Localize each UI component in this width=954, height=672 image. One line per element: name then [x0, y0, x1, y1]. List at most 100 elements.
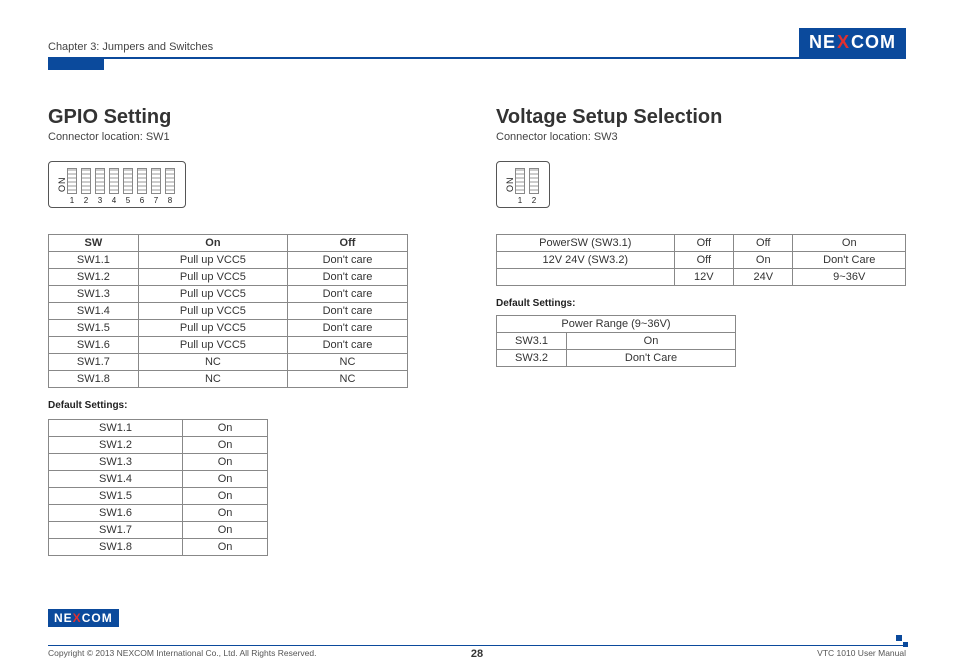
copyright-text: Copyright © 2013 NEXCOM International Co… — [48, 648, 316, 658]
gpio-table: SW On Off SW1.1Pull up VCC5Don't careSW1… — [48, 234, 408, 388]
cell-sw: SW1.8 — [49, 539, 183, 556]
dip-switch: 1 — [67, 168, 77, 205]
cell-off: Don't care — [288, 286, 408, 303]
cell-val: On — [183, 522, 268, 539]
dip-number: 5 — [126, 196, 130, 205]
brand-post: COM — [82, 611, 113, 625]
dip-slot — [81, 168, 91, 194]
table-row: 12V24V9~36V — [497, 269, 906, 286]
cell-val: On — [183, 437, 268, 454]
dip-switch: 5 — [123, 168, 133, 205]
cell-v2: Off — [734, 235, 793, 252]
table-row: SW1.7NCNC — [49, 354, 408, 371]
cell-v3: 9~36V — [793, 269, 906, 286]
th-on: On — [138, 235, 287, 252]
cell-off: Don't care — [288, 303, 408, 320]
cell-val: On — [183, 539, 268, 556]
gpio-dip-diagram: ON 12345678 — [48, 161, 186, 208]
cell-sw: SW3.2 — [497, 350, 567, 367]
dip-number: 3 — [98, 196, 102, 205]
brand-x: X — [73, 611, 82, 625]
cell-sw: SW1.3 — [49, 286, 139, 303]
dip-switch: 7 — [151, 168, 161, 205]
table-row: SW1.7On — [49, 522, 268, 539]
cell-val: Don't Care — [567, 350, 736, 367]
table-row: SW1.8NCNC — [49, 371, 408, 388]
cell-val: On — [183, 454, 268, 471]
table-row: SW1.6On — [49, 505, 268, 522]
cell-sw: SW1.4 — [49, 471, 183, 488]
cell-v1: Off — [674, 252, 733, 269]
cell-off: Don't care — [288, 269, 408, 286]
table-row: SW3.2Don't Care — [497, 350, 736, 367]
dip-number: 4 — [112, 196, 116, 205]
dip-switch: 4 — [109, 168, 119, 205]
table-row: SW1.5Pull up VCC5Don't care — [49, 320, 408, 337]
gpio-subtitle: Connector location: SW1 — [48, 131, 456, 143]
dip-slot — [95, 168, 105, 194]
dip-switch: 6 — [137, 168, 147, 205]
gpio-column: GPIO Setting Connector location: SW1 ON … — [48, 106, 456, 556]
dip-slot — [109, 168, 119, 194]
cell-off: Don't care — [288, 252, 408, 269]
cell-on: Pull up VCC5 — [138, 269, 287, 286]
brand-logo: NEXCOM — [799, 28, 906, 57]
dip-switch: 2 — [529, 168, 539, 205]
dip-slot — [165, 168, 175, 194]
cell-on: Pull up VCC5 — [138, 286, 287, 303]
cell-label: 12V 24V (SW3.2) — [497, 252, 675, 269]
gpio-title: GPIO Setting — [48, 106, 456, 129]
cell-on: Pull up VCC5 — [138, 303, 287, 320]
table-header-row: SW On Off — [49, 235, 408, 252]
dip-switch: 3 — [95, 168, 105, 205]
cell-on: Pull up VCC5 — [138, 252, 287, 269]
cell-sw: SW1.1 — [49, 420, 183, 437]
cell-sw: SW1.5 — [49, 488, 183, 505]
footer-brand-logo: NEXCOM — [48, 609, 119, 627]
cell-v2: On — [734, 252, 793, 269]
cell-sw: SW1.5 — [49, 320, 139, 337]
cell-off: NC — [288, 354, 408, 371]
table-row: SW1.1On — [49, 420, 268, 437]
cell-off: NC — [288, 371, 408, 388]
cell-on: NC — [138, 371, 287, 388]
dip-number: 2 — [532, 196, 536, 205]
footer-decoration-icon — [896, 635, 908, 647]
header-accent-tab — [48, 58, 104, 70]
th-off: Off — [288, 235, 408, 252]
cell-sw: SW1.2 — [49, 437, 183, 454]
dip-number: 1 — [70, 196, 74, 205]
table-row: SW1.5On — [49, 488, 268, 505]
table-row: SW1.2On — [49, 437, 268, 454]
dip-slot — [137, 168, 147, 194]
table-row: SW3.1On — [497, 333, 736, 350]
cell-val: On — [183, 471, 268, 488]
gpio-default-label: Default Settings: — [48, 400, 456, 411]
table-row: SW1.1Pull up VCC5Don't care — [49, 252, 408, 269]
table-row: PowerSW (SW3.1)OffOffOn — [497, 235, 906, 252]
dip-number: 7 — [154, 196, 158, 205]
cell-sw: SW3.1 — [497, 333, 567, 350]
voltage-default-label: Default Settings: — [496, 298, 906, 309]
dip-slot — [151, 168, 161, 194]
cell-sw: SW1.3 — [49, 454, 183, 471]
table-row: SW1.2Pull up VCC5Don't care — [49, 269, 408, 286]
cell-v3: On — [793, 235, 906, 252]
cell-sw: SW1.6 — [49, 337, 139, 354]
voltage-subtitle: Connector location: SW3 — [496, 131, 906, 143]
voltage-dip-diagram: ON 12 — [496, 161, 550, 208]
page-header: Chapter 3: Jumpers and Switches NEXCOM — [48, 28, 906, 59]
dip-number: 6 — [140, 196, 144, 205]
brand-pre: NE — [809, 32, 836, 53]
dip-number: 1 — [518, 196, 522, 205]
cell-on: NC — [138, 354, 287, 371]
brand-x: X — [837, 32, 850, 53]
cell-on: Pull up VCC5 — [138, 320, 287, 337]
cell-label: PowerSW (SW3.1) — [497, 235, 675, 252]
cell-val: On — [183, 488, 268, 505]
dip-switch: 2 — [81, 168, 91, 205]
cell-v1: 12V — [674, 269, 733, 286]
th-sw: SW — [49, 235, 139, 252]
cell-sw: SW1.8 — [49, 371, 139, 388]
table-row: 12V 24V (SW3.2)OffOnDon't Care — [497, 252, 906, 269]
